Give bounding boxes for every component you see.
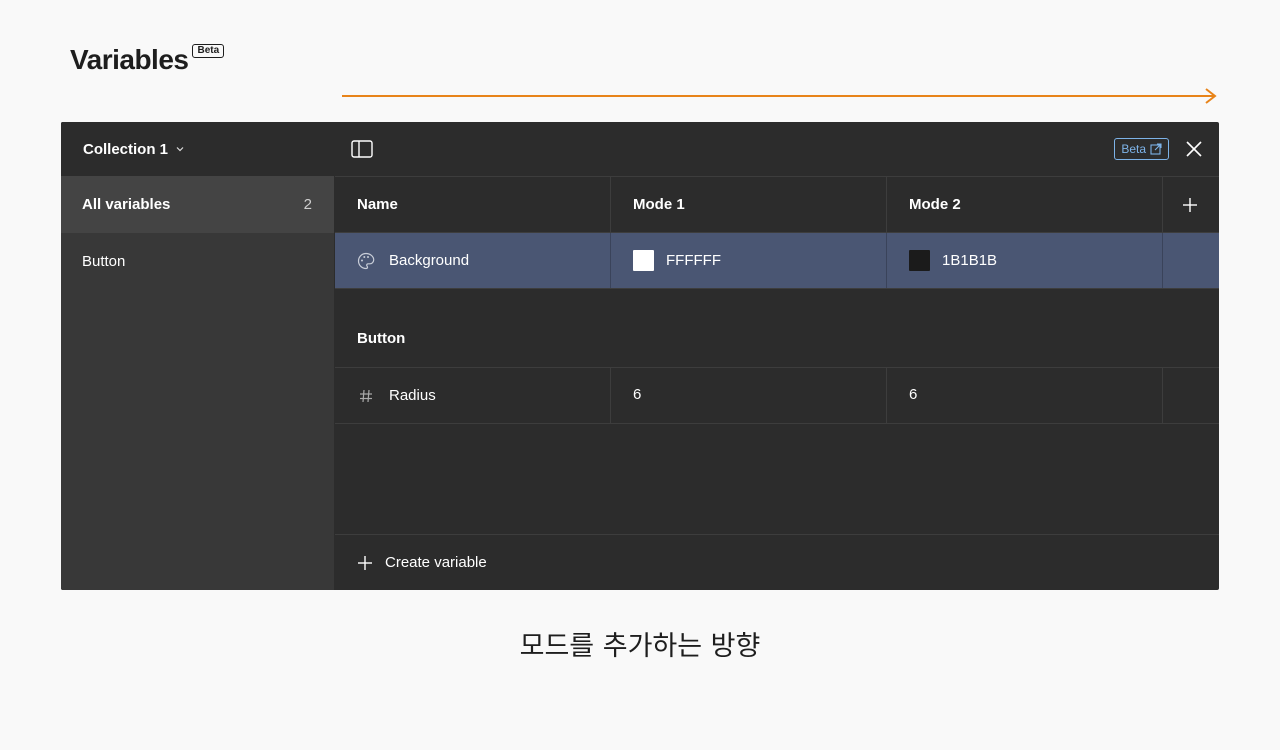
- table-header-row: Name Mode 1 Mode 2: [335, 177, 1219, 233]
- group-title: Button: [335, 289, 1219, 368]
- color-value: 1B1B1B: [942, 252, 998, 269]
- empty-cell: [1163, 368, 1217, 423]
- mode-1-value-cell[interactable]: FFFFFF: [611, 233, 887, 288]
- mode-2-value-cell[interactable]: 1B1B1B: [887, 233, 1163, 288]
- chevron-down-icon: [176, 147, 184, 152]
- create-variable-label: Create variable: [385, 554, 487, 571]
- variables-table: Beta Name Mode 1 Mode 2 Background FFFFF…: [335, 122, 1219, 590]
- sidebar-item-all-variables[interactable]: All variables 2: [61, 176, 334, 233]
- column-header-mode-2[interactable]: Mode 2: [887, 177, 1163, 232]
- sidebar-item-button[interactable]: Button: [61, 233, 334, 290]
- beta-link[interactable]: Beta: [1114, 138, 1169, 160]
- variable-name: Background: [389, 252, 470, 269]
- mode-1-value-cell[interactable]: 6: [611, 368, 887, 423]
- external-link-icon: [1150, 143, 1162, 155]
- sidebar: Collection 1 All variables 2 Button: [61, 122, 335, 590]
- page-header: Variables Beta: [70, 40, 225, 80]
- color-swatch: [633, 250, 654, 271]
- beta-badge: Beta: [192, 44, 225, 58]
- beta-link-label: Beta: [1121, 142, 1146, 156]
- variables-panel: Collection 1 All variables 2 Button Beta: [61, 122, 1219, 590]
- color-value: FFFFFF: [666, 252, 721, 269]
- empty-cell: [1163, 233, 1217, 288]
- plus-icon: [1183, 197, 1197, 212]
- page-title: Variables: [70, 44, 189, 75]
- create-variable-button[interactable]: Create variable: [335, 534, 1219, 590]
- variable-name-cell[interactable]: Background: [335, 233, 611, 288]
- mode-2-value-cell[interactable]: 6: [887, 368, 1163, 423]
- sidebar-item-label: All variables: [82, 196, 171, 213]
- variable-name: Radius: [389, 387, 436, 404]
- direction-arrow-icon: [342, 88, 1217, 104]
- collection-dropdown[interactable]: Collection 1: [61, 122, 334, 176]
- color-swatch: [909, 250, 930, 271]
- toolbar: Beta: [335, 122, 1219, 177]
- close-icon[interactable]: [1185, 140, 1203, 158]
- hash-icon: [357, 387, 375, 405]
- caption: 모드를 추가하는 방향: [519, 631, 761, 662]
- column-header-name[interactable]: Name: [335, 177, 611, 232]
- add-mode-button[interactable]: [1163, 177, 1217, 232]
- variable-name-cell[interactable]: Radius: [335, 368, 611, 423]
- sidebar-toggle-icon[interactable]: [351, 140, 373, 158]
- variable-count: 2: [303, 196, 312, 213]
- sidebar-item-label: Button: [82, 253, 126, 270]
- table-row[interactable]: Background FFFFFF 1B1B1B: [335, 233, 1219, 289]
- palette-icon: [357, 252, 375, 270]
- plus-icon: [358, 555, 372, 570]
- column-header-mode-1[interactable]: Mode 1: [611, 177, 887, 232]
- collection-label: Collection 1: [83, 140, 169, 158]
- table-row[interactable]: Radius 6 6: [335, 368, 1219, 424]
